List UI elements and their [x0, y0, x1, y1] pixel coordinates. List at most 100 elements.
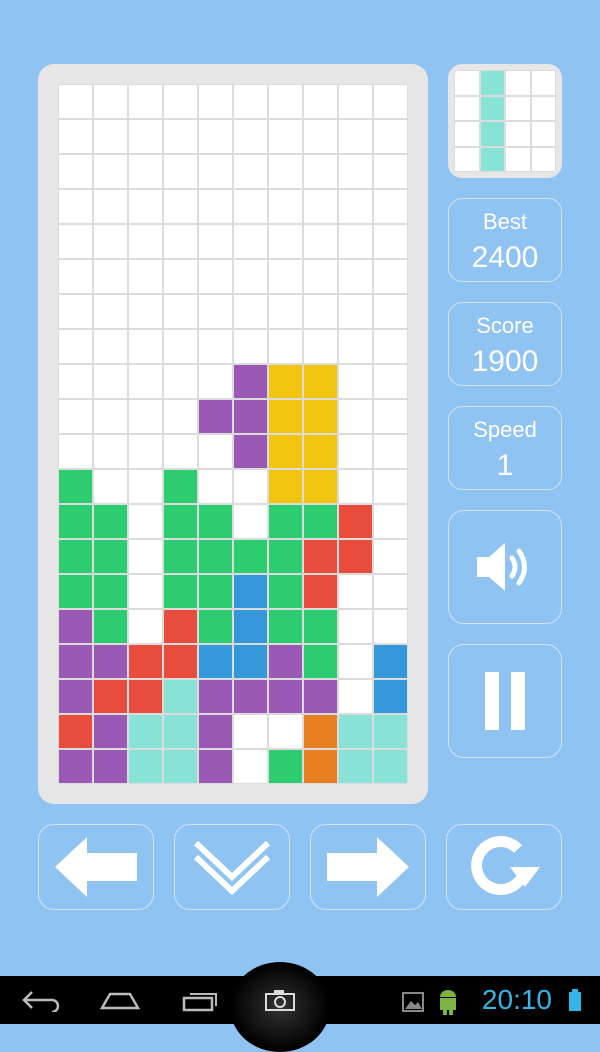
board-block [338, 714, 373, 749]
board-block [233, 644, 268, 679]
board-block [58, 644, 93, 679]
score-panel: Score 1900 [448, 302, 562, 386]
sound-button[interactable] [448, 510, 562, 624]
board-block [163, 644, 198, 679]
board-empty-cell [93, 259, 128, 294]
board-block [128, 714, 163, 749]
board-empty-cell [373, 224, 408, 259]
board-empty-cell [128, 294, 163, 329]
board-block [268, 504, 303, 539]
board-block [58, 539, 93, 574]
board-block [58, 469, 93, 504]
board-empty-cell [128, 574, 163, 609]
board-empty-cell [338, 119, 373, 154]
board-empty-cell [303, 189, 338, 224]
board-block [58, 714, 93, 749]
board-block [58, 749, 93, 784]
board-block [58, 679, 93, 714]
board-block [163, 574, 198, 609]
board-block [163, 609, 198, 644]
board-empty-cell [198, 154, 233, 189]
board-empty-cell [198, 434, 233, 469]
board-block [58, 609, 93, 644]
board-block [338, 504, 373, 539]
arrow-right-icon [327, 837, 409, 897]
board-block [198, 679, 233, 714]
rotate-button[interactable] [446, 824, 562, 910]
speed-label: Speed [473, 417, 537, 442]
pause-button[interactable] [448, 644, 562, 758]
board-empty-cell [373, 84, 408, 119]
board-empty-cell [233, 84, 268, 119]
board-empty-cell [338, 84, 373, 119]
back-icon[interactable] [22, 988, 60, 1012]
board-block [163, 469, 198, 504]
board-empty-cell [373, 609, 408, 644]
speed-panel: Speed 1 [448, 406, 562, 490]
board-empty-cell [233, 189, 268, 224]
board-empty-cell [373, 434, 408, 469]
board-block [303, 574, 338, 609]
board-empty-cell [163, 399, 198, 434]
board-block [303, 539, 338, 574]
next-empty-cell [530, 70, 556, 96]
move-left-button[interactable] [38, 824, 154, 910]
board-block [198, 539, 233, 574]
board-empty-cell [93, 224, 128, 259]
board-block [268, 434, 303, 469]
board-empty-cell [233, 154, 268, 189]
board-block [198, 574, 233, 609]
board-block [93, 504, 128, 539]
move-right-button[interactable] [310, 824, 426, 910]
board-empty-cell [338, 574, 373, 609]
board-block [303, 749, 338, 784]
board-empty-cell [268, 329, 303, 364]
board-empty-cell [373, 259, 408, 294]
next-block [479, 70, 505, 96]
next-block [479, 146, 505, 172]
board-empty-cell [93, 294, 128, 329]
board-empty-cell [58, 364, 93, 399]
speed-value: 1 [496, 449, 514, 482]
board-block [128, 644, 163, 679]
board-empty-cell [93, 84, 128, 119]
board-empty-cell [163, 259, 198, 294]
board-empty-cell [373, 574, 408, 609]
board-empty-cell [338, 329, 373, 364]
game-board [58, 84, 408, 784]
board-empty-cell [198, 189, 233, 224]
next-empty-cell [530, 95, 556, 121]
home-icon[interactable] [100, 988, 140, 1012]
board-empty-cell [233, 119, 268, 154]
board-empty-cell [373, 469, 408, 504]
board-empty-cell [233, 224, 268, 259]
board-empty-cell [233, 469, 268, 504]
camera-icon[interactable] [264, 988, 296, 1012]
recent-apps-icon[interactable] [182, 988, 220, 1012]
rotate-icon [471, 836, 540, 896]
board-empty-cell [338, 189, 373, 224]
drop-down-button[interactable] [174, 824, 290, 910]
board-empty-cell [93, 469, 128, 504]
board-block [268, 399, 303, 434]
board-block [93, 609, 128, 644]
board-block [198, 644, 233, 679]
board-empty-cell [128, 259, 163, 294]
next-empty-cell [454, 95, 480, 121]
board-empty-cell [373, 504, 408, 539]
best-panel: Best 2400 [448, 198, 562, 282]
score-label: Score [476, 313, 534, 338]
board-empty-cell [373, 294, 408, 329]
board-block [303, 399, 338, 434]
board-empty-cell [233, 329, 268, 364]
board-empty-cell [338, 434, 373, 469]
board-empty-cell [373, 189, 408, 224]
board-empty-cell [128, 119, 163, 154]
board-block [128, 679, 163, 714]
board-empty-cell [373, 399, 408, 434]
board-block [303, 609, 338, 644]
board-empty-cell [128, 154, 163, 189]
board-block [373, 714, 408, 749]
board-empty-cell [338, 469, 373, 504]
best-label: Best [482, 209, 528, 234]
